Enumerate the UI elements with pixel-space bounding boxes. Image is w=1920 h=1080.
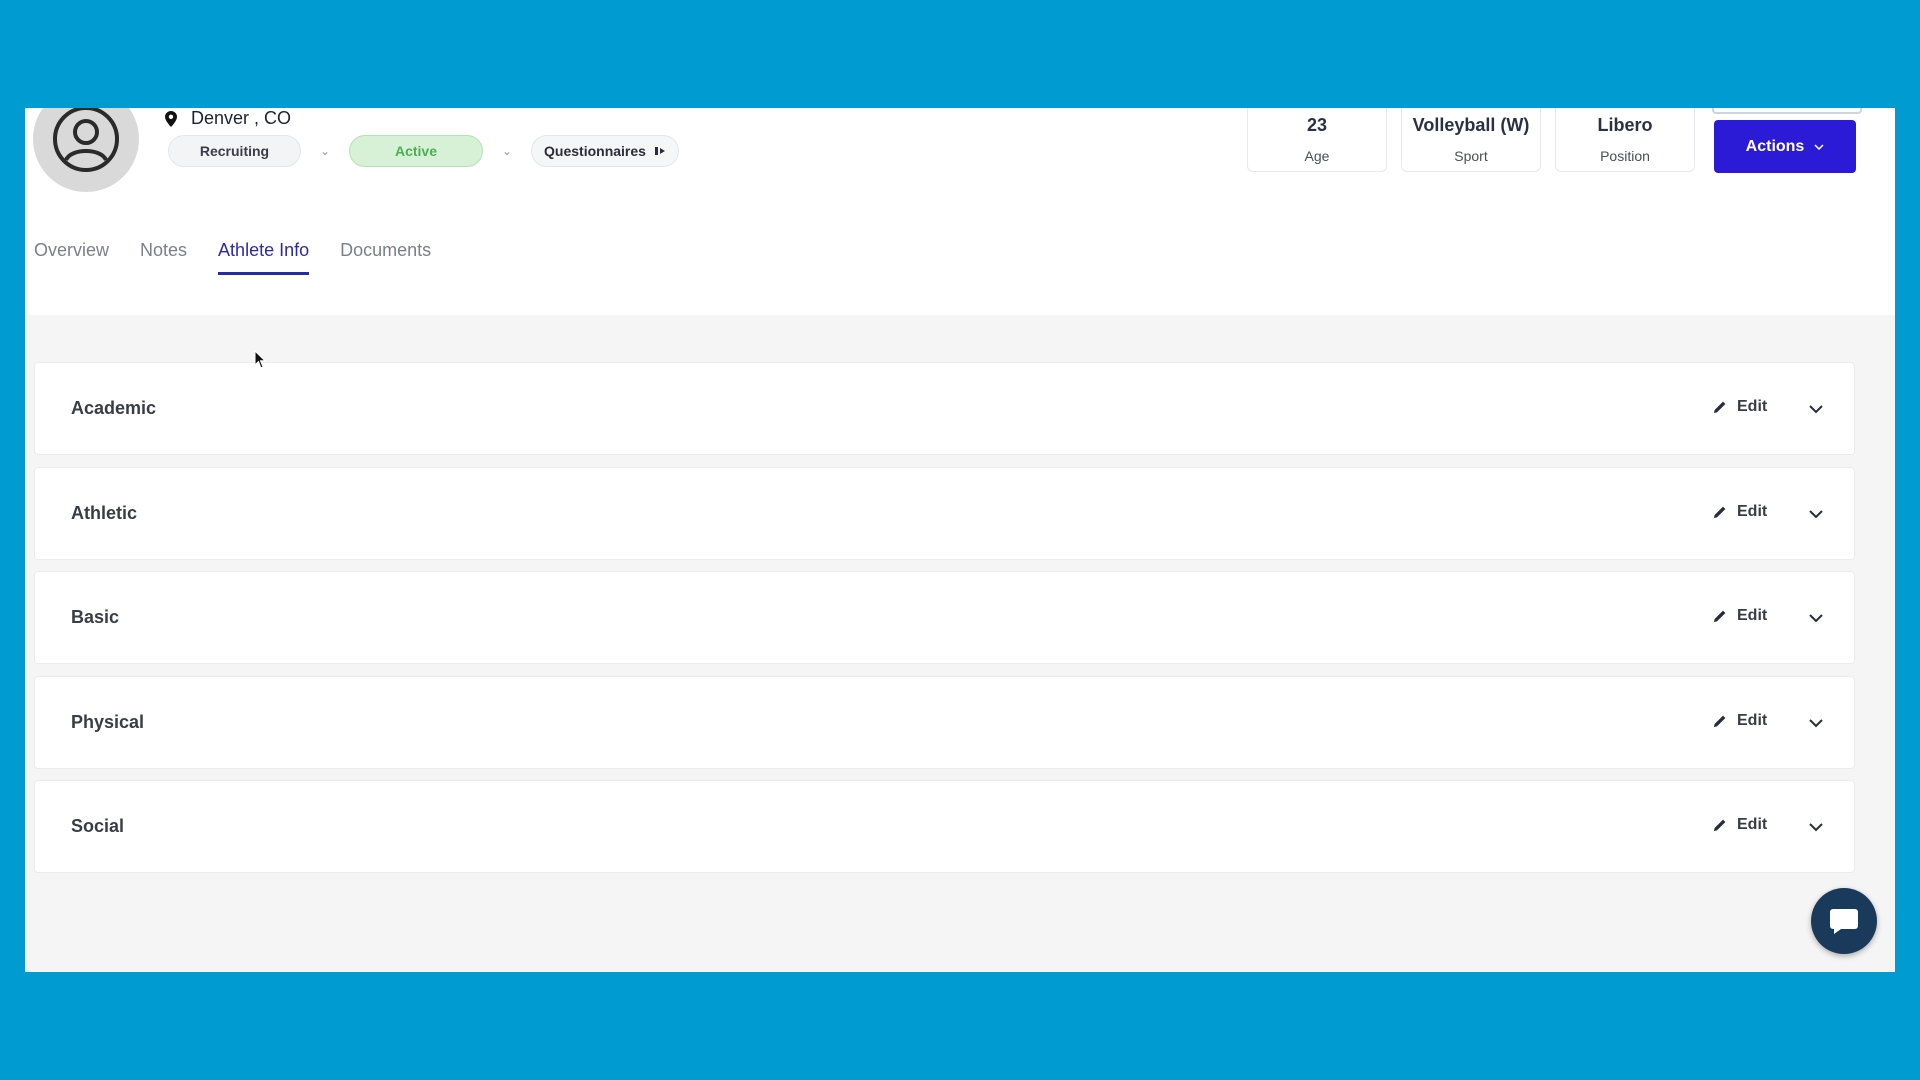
mouse-cursor-icon [254,350,267,369]
chevron-down-icon [1814,143,1824,150]
edit-button[interactable]: Edit [1713,816,1767,834]
section-title: Basic [71,607,120,627]
user-icon [53,108,119,172]
edit-label: Edit [1737,607,1768,624]
stat-value: Libero [1597,115,1653,135]
tab-overview[interactable]: Overview [34,240,109,275]
edit-button[interactable]: Edit [1713,398,1767,416]
hidden-button-outline[interactable] [1712,108,1862,114]
chat-widget-button[interactable] [1811,888,1877,954]
pencil-icon [1714,401,1726,413]
section-athletic[interactable]: Athletic Edit [34,467,1855,560]
section-title: Physical [71,712,145,732]
stat-value: Volleyball (W) [1412,115,1530,135]
section-physical[interactable]: Physical Edit [34,676,1855,769]
section-social[interactable]: Social Edit [34,780,1855,873]
recruiting-label: Recruiting [199,143,270,159]
questionnaires-button[interactable]: Questionnaires [531,135,679,167]
edit-label: Edit [1737,712,1768,729]
chevron-down-icon[interactable] [1807,610,1825,626]
stat-card-age: 23 Age [1247,108,1387,172]
edit-button[interactable]: Edit [1713,712,1767,730]
pencil-icon [1714,715,1726,727]
chevron-down-icon[interactable] [1807,819,1825,835]
location: Denver , CO [165,108,291,129]
stat-label: Age [1304,148,1330,164]
section-academic[interactable]: Academic Edit [34,362,1855,455]
recruiting-pill[interactable]: Recruiting [168,135,301,167]
athlete-info-panel: Academic Edit Athletic Edit Basic Edit P… [25,315,1895,972]
avatar[interactable] [33,108,139,192]
actions-button[interactable]: Actions [1714,120,1856,173]
tab-documents[interactable]: Documents [340,240,431,275]
section-title: Athletic [71,503,138,523]
chevron-down-icon[interactable] [1807,506,1825,522]
tab-bar: Overview Notes Athlete Info Documents [34,240,431,275]
edit-label: Edit [1737,398,1768,415]
edit-label: Edit [1737,816,1768,833]
map-pin-icon [165,110,177,127]
stat-value: 23 [1306,115,1328,135]
section-basic[interactable]: Basic Edit [34,571,1855,664]
active-status-pill[interactable]: Active [349,135,483,167]
tab-notes[interactable]: Notes [140,240,187,275]
section-title: Academic [71,398,157,418]
pencil-icon [1714,506,1726,518]
actions-label: Actions [1745,137,1805,155]
chat-bubble-icon [1830,909,1858,934]
chevron-down-icon[interactable] [1807,715,1825,731]
edit-button[interactable]: Edit [1713,607,1767,625]
chevron-down-icon[interactable]: ⌄ [317,144,333,158]
stat-card-position: Libero Position [1555,108,1695,172]
section-title: Social [71,816,125,836]
pencil-icon [1714,819,1726,831]
edit-button[interactable]: Edit [1713,503,1767,521]
tab-athlete-info[interactable]: Athlete Info [218,240,310,275]
status-pill-row: Recruiting ⌄ Active ⌄ Questionnaires [168,135,679,167]
chevron-down-icon[interactable] [1807,401,1825,417]
edit-label: Edit [1737,503,1768,520]
active-label: Active [394,143,438,159]
stat-card-sport: Volleyball (W) Sport [1401,108,1541,172]
chevron-down-icon[interactable]: ⌄ [499,144,515,158]
location-text: Denver , CO [191,108,292,128]
pencil-icon [1714,610,1726,622]
stat-label: Position [1600,148,1650,164]
stat-label: Sport [1454,148,1488,164]
questionnaires-label: Questionnaires [544,143,646,159]
send-icon [654,147,665,155]
stats-cards: 23 Age Volleyball (W) Sport Libero Posit… [1247,108,1695,172]
app-window: Denver , CO Recruiting ⌄ Active ⌄ Questi… [25,108,1895,972]
